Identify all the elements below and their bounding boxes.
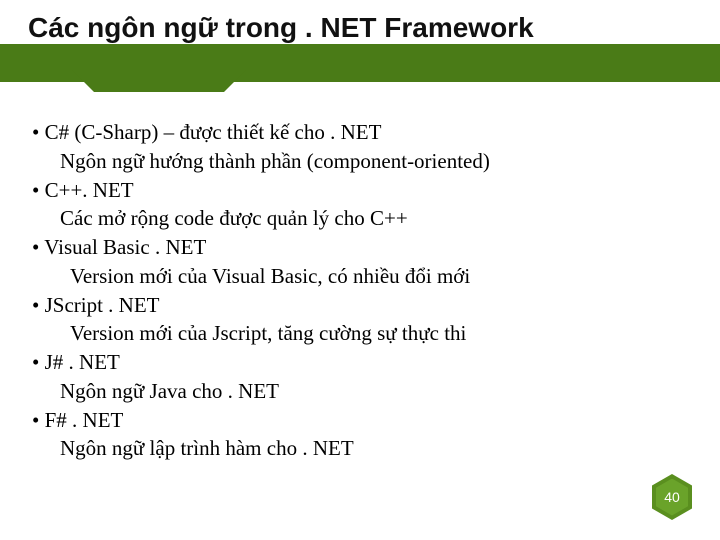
bullet-sub: Ngôn ngữ Java cho . NET <box>32 377 672 406</box>
bullet-sub: Ngôn ngữ hướng thành phần (component-ori… <box>32 147 672 176</box>
bullet-head: • F# . NET <box>32 406 672 435</box>
title-bar: Các ngôn ngữ trong . NET Framework <box>0 0 720 90</box>
bullet-sub: Version mới của Visual Basic, có nhiều đ… <box>32 262 672 291</box>
bullet-sub: Version mới của Jscript, tăng cường sự t… <box>32 319 672 348</box>
bullet-head: • J# . NET <box>32 348 672 377</box>
bullet-head: • C# (C-Sharp) – được thiết kế cho . NET <box>32 118 672 147</box>
title-tab <box>94 70 224 92</box>
content-body: • C# (C-Sharp) – được thiết kế cho . NET… <box>32 118 672 463</box>
bullet-head: • Visual Basic . NET <box>32 233 672 262</box>
bullet-sub: Ngôn ngữ lập trình hàm cho . NET <box>32 434 672 463</box>
page-number-badge: 40 <box>652 474 692 520</box>
slide-title: Các ngôn ngữ trong . NET Framework <box>28 12 534 44</box>
slide: Các ngôn ngữ trong . NET Framework • C# … <box>0 0 720 540</box>
bullet-head: • JScript . NET <box>32 291 672 320</box>
page-number: 40 <box>664 489 680 505</box>
bullet-head: • C++. NET <box>32 176 672 205</box>
bullet-sub: Các mở rộng code được quản lý cho C++ <box>32 204 672 233</box>
